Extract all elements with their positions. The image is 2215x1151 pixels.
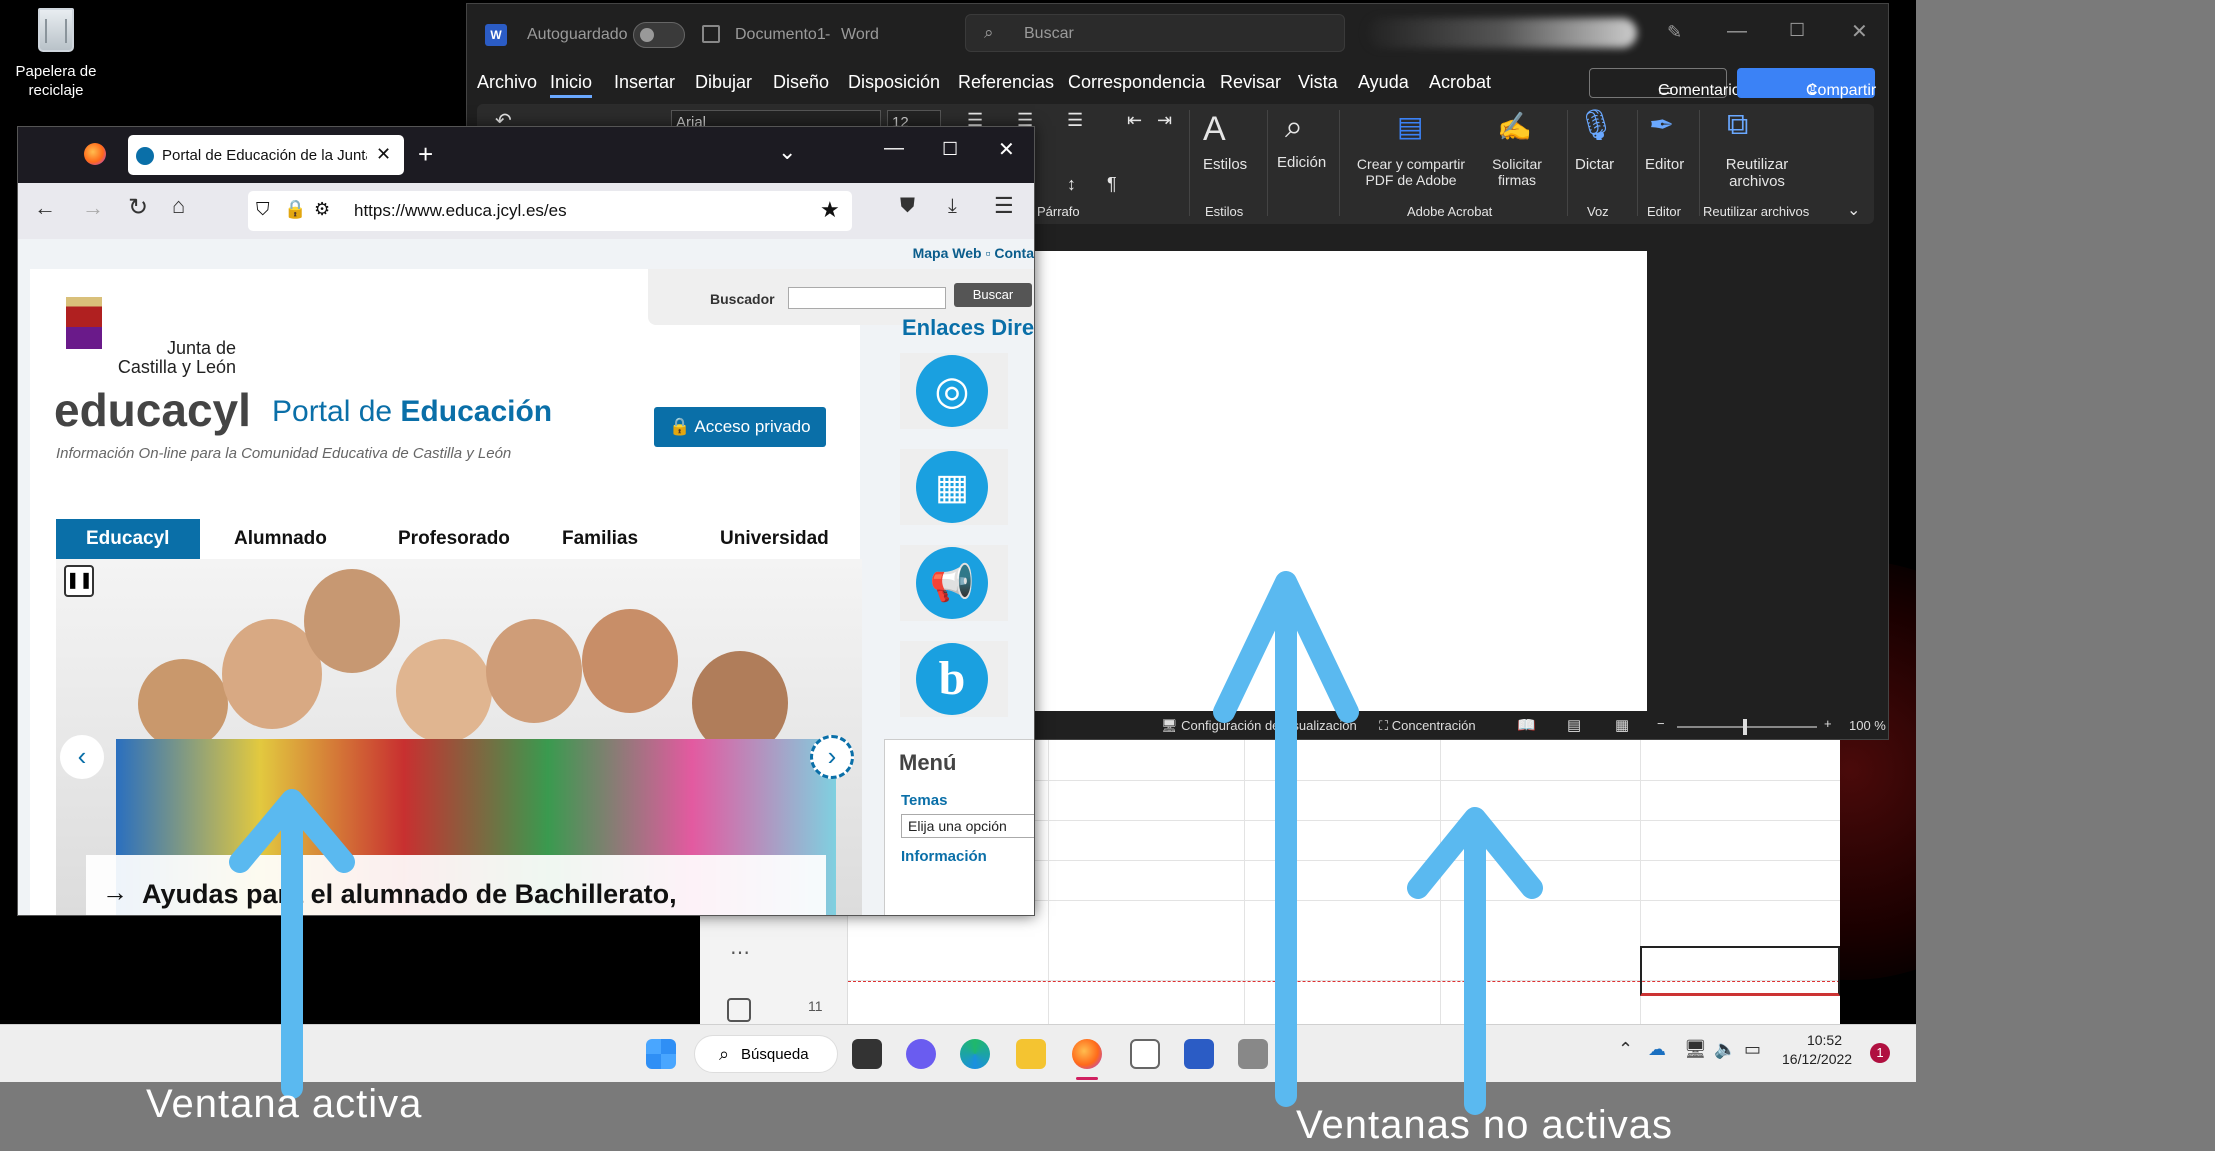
active-window-arrow — [229, 789, 355, 1099]
inactive-arrow-word — [1213, 571, 1359, 1107]
active-window-label: Ventana activa — [146, 1082, 423, 1126]
inactive-arrow-back — [1407, 807, 1543, 1115]
annotation-arrows — [229, 571, 1543, 1115]
inactive-windows-label: Ventanas no activas — [1296, 1103, 1674, 1147]
